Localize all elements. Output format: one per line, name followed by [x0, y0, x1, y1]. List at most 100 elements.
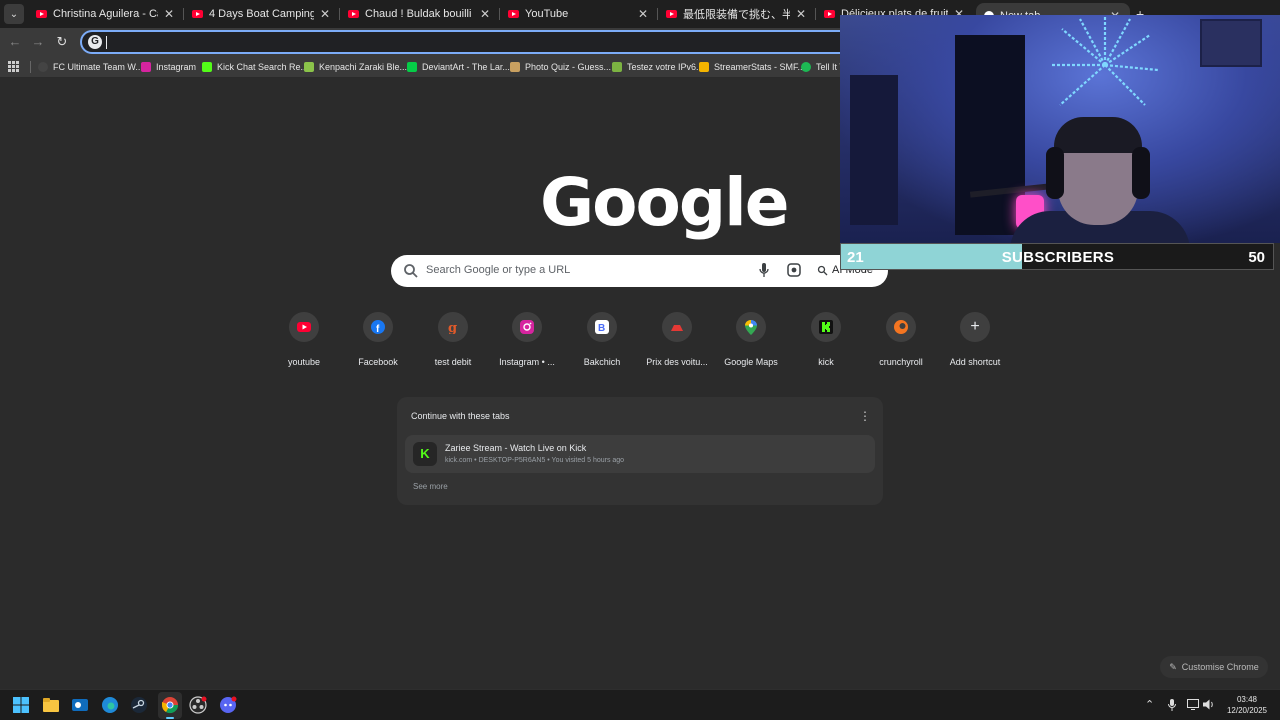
close-icon[interactable]: ✕ [796, 7, 806, 21]
ai-search-icon [817, 265, 828, 275]
bookmark-item[interactable]: Kenpachi Zaraki Ble... [304, 60, 407, 74]
chrome-taskbar-active[interactable] [158, 692, 182, 719]
subscriber-label: SUBSCRIBERS [1001, 249, 1115, 266]
tab-title: Chaud ! Buldak bouilli avec un [365, 8, 474, 20]
network-icon[interactable] [1187, 699, 1200, 710]
headset-icon [1046, 147, 1064, 199]
file-explorer-icon[interactable] [42, 696, 60, 714]
bookmark-icon [304, 62, 314, 72]
tab-title: 4 Days Boat Camping & Catchi [209, 8, 314, 20]
browser-tab[interactable]: Chaud ! Buldak bouilli avec un ✕ [340, 0, 500, 28]
card-title: Continue with these tabs [411, 411, 510, 421]
add-shortcut-button[interactable]: + Add shortcut [938, 312, 1012, 367]
tab-title: 最低限装備で挑む、半サバイバル [683, 9, 790, 21]
text-caret [106, 36, 107, 49]
close-icon[interactable]: ✕ [638, 7, 648, 21]
bookmark-label: Kick Chat Search Re... [217, 62, 309, 72]
shortcut-google-maps[interactable]: Google Maps [714, 312, 788, 367]
shortcut-youtube[interactable]: youtube [267, 312, 341, 367]
facebook-icon: f [371, 320, 385, 334]
back-button[interactable]: ← [7, 34, 23, 49]
system-clock[interactable]: 03:48 12/20/2025 [1222, 694, 1272, 716]
shortcut-prix-des-voitures[interactable]: Prix des voitu... [640, 312, 714, 367]
apps-icon[interactable] [8, 61, 19, 72]
spotify-icon [801, 62, 811, 72]
shortcut-kick[interactable]: kick [789, 312, 863, 367]
arrow-right-icon: → [31, 34, 45, 49]
edge-icon[interactable] [101, 696, 119, 714]
bookmark-icon [510, 62, 520, 72]
address-bar[interactable]: G [80, 30, 840, 54]
steam-icon[interactable] [130, 696, 148, 714]
more-vert-icon[interactable]: ⋮ [859, 409, 871, 423]
reload-button[interactable]: ↻ [54, 34, 70, 50]
arrow-left-icon: ← [8, 34, 22, 49]
bookmark-item[interactable]: StreamerStats - SMF... [699, 60, 805, 74]
shortcut-crunchyroll[interactable]: crunchyroll [864, 312, 938, 367]
search-box[interactable]: Search Google or type a URL AI Mode [391, 255, 888, 287]
google-lens-icon[interactable] [787, 263, 801, 277]
discord-icon[interactable] [219, 696, 237, 714]
close-icon[interactable]: ✕ [480, 7, 490, 21]
youtube-icon [297, 322, 311, 332]
taskbar: ⌃ 03:48 12/20/2025 [0, 689, 1280, 720]
webcam-overlay [840, 15, 1280, 243]
shortcut-instagram[interactable]: Instagram • ... [490, 312, 564, 367]
kick-icon [819, 320, 833, 334]
close-icon[interactable]: ✕ [164, 7, 174, 21]
subscriber-count: 21 [847, 249, 864, 266]
youtube-icon [192, 10, 203, 18]
browser-tab[interactable]: Christina Aguilera - Can't Hold ✕ [28, 0, 184, 28]
bookmark-item[interactable]: Photo Quiz - Guess... [510, 60, 611, 74]
shortcut-facebook[interactable]: f Facebook [341, 312, 415, 367]
chevron-up-icon[interactable]: ⌃ [1145, 698, 1154, 711]
shortcut-label: Google Maps [724, 357, 778, 367]
bookmark-label: StreamerStats - SMF... [714, 62, 806, 72]
svg-text:B: B [598, 323, 605, 334]
wall-picture [1200, 19, 1262, 67]
bookmark-item[interactable]: Testez votre IPv6. [612, 60, 699, 74]
led-starburst-light [1052, 17, 1159, 106]
google-logo: Google [540, 164, 790, 241]
outlook-icon[interactable] [71, 696, 89, 714]
car-icon [671, 325, 683, 331]
bookmark-label: Instagram [156, 62, 197, 72]
bookmark-icon [612, 62, 622, 72]
clock-date: 12/20/2025 [1226, 706, 1268, 715]
bookmark-label: DeviantArt - The Lar... [422, 62, 510, 72]
browser-tab[interactable]: 4 Days Boat Camping & Catchi ✕ [184, 0, 340, 28]
continue-tab-item[interactable]: K Zariee Stream - Watch Live on Kick kic… [405, 435, 875, 473]
shortcut-bakchich[interactable]: B Bakchich [565, 312, 639, 367]
divider [30, 61, 31, 73]
microphone-icon[interactable] [1168, 699, 1176, 711]
bookmark-item[interactable]: DeviantArt - The Lar... [407, 60, 510, 74]
bookmark-item[interactable]: Tell It T [801, 60, 845, 74]
chevron-down-icon: ⌄ [9, 8, 19, 20]
shortcut-test-debit[interactable]: g test debit [416, 312, 490, 367]
customise-label: Customise Chrome [1181, 662, 1259, 672]
browser-tab[interactable]: 最低限装備で挑む、半サバイバル ✕ [658, 0, 816, 28]
maps-icon [745, 319, 757, 335]
customise-chrome-button[interactable]: ✎ Customise Chrome [1160, 656, 1268, 678]
bookmark-item[interactable]: Instagram [141, 60, 196, 74]
volume-icon[interactable] [1203, 699, 1215, 710]
browser-tab[interactable]: YouTube ✕ [500, 0, 658, 28]
bookmark-item[interactable]: FC Ultimate Team W... [38, 60, 143, 74]
forward-button[interactable]: → [30, 34, 46, 49]
tab-search-button[interactable]: ⌄ [4, 4, 24, 24]
speedtest-icon: g [448, 321, 457, 334]
search-placeholder: Search Google or type a URL [426, 264, 571, 276]
continue-tabs-card: Continue with these tabs ⋮ K Zariee Stre… [397, 397, 883, 505]
pencil-icon: ✎ [1169, 661, 1177, 672]
bookmark-label: FC Ultimate Team W... [53, 62, 143, 72]
close-icon[interactable]: ✕ [320, 7, 330, 21]
plus-icon: + [970, 318, 980, 335]
obs-icon[interactable] [189, 696, 207, 714]
shortcut-label: test debit [434, 357, 472, 367]
windows-start-icon[interactable] [12, 696, 30, 714]
bookmark-item[interactable]: Kick Chat Search Re... [202, 60, 308, 74]
bookmark-icon [699, 62, 709, 72]
bakchich-icon: B [595, 320, 609, 334]
see-more-link[interactable]: See more [413, 482, 448, 491]
microphone-icon[interactable] [759, 263, 769, 278]
